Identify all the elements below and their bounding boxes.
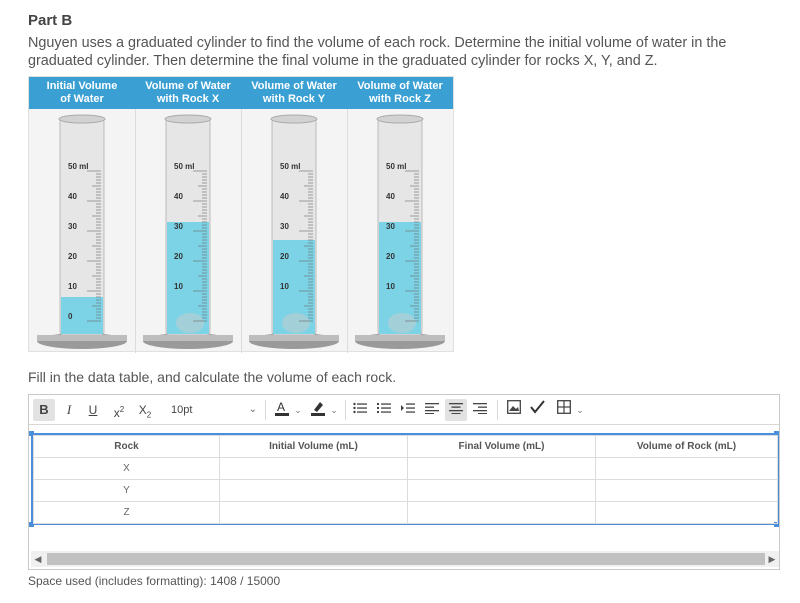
rock [176,313,204,333]
image-icon[interactable] [503,399,525,421]
graduated-cylinder: 50 ml 40 30 20 10 [249,114,339,349]
cylinder-lip [58,114,106,124]
rock [282,313,310,333]
scale-label: 20 [280,252,289,261]
space-used-counter: Space used (includes formatting): 1408 /… [28,574,281,588]
cell-rock-volume[interactable] [595,501,778,524]
cylinder-lip [376,114,424,124]
align-left-icon[interactable] [421,399,443,421]
scale-label: 40 [386,192,395,201]
toolbar-divider [265,400,266,420]
scale-label: 10 [386,282,395,291]
align-center-icon[interactable] [445,399,467,421]
subscript-icon[interactable]: X2 [133,399,157,421]
cylinders-drawing: 50 ml 40 30 20 10 0 50 ml 40 30 20 10 50 ml 40 30 20 10… [37,114,445,349]
scale-label: 20 [386,252,395,261]
scale-label: 50 ml [386,162,406,171]
svg-text:A: A [277,400,285,414]
scale-label: 10 [68,282,77,291]
scrollbar-thumb[interactable] [47,553,765,565]
column-header-rock: Rock [33,435,220,458]
spellcheck-icon[interactable] [527,399,549,421]
scale-label: 50 ml [174,162,194,171]
cell-rock: Z [33,501,220,524]
table-icon[interactable] [553,399,575,421]
editor-toolbar: B I U x2 X2 10pt ⌄ A ⌄ ⌄ ⌄ [29,395,779,425]
cylinder-header-rock-z: Volume of Water with Rock Z [347,77,453,109]
cell-final-volume[interactable] [407,501,596,524]
scale-label: 50 ml [280,162,300,171]
graduated-cylinder: 50 ml 40 30 20 10 [143,114,233,349]
scale-label: 40 [174,192,183,201]
table-row: Z [33,501,778,524]
scroll-right-icon[interactable]: ▶ [765,551,779,567]
scale-label: 0 [68,312,73,321]
scale-label: 50 ml [68,162,88,171]
cell-rock: Y [33,479,220,502]
cylinder-header-rock-x: Volume of Water with Rock X [135,77,241,109]
graduated-cylinders-image: Initial Volume of Water Volume of Water … [28,76,454,353]
superscript-icon[interactable]: x2 [107,399,131,421]
cylinder-base [249,335,339,341]
align-right-icon[interactable] [469,399,491,421]
graduated-cylinder: 50 ml 40 30 20 10 [355,114,445,349]
font-color-icon[interactable]: A [271,399,293,421]
numbered-list-icon[interactable] [373,399,395,421]
chevron-down-icon: ⌄ [248,404,257,415]
cell-initial-volume[interactable] [219,501,408,524]
scale-label: 30 [280,222,289,231]
cell-final-volume[interactable] [407,457,596,480]
toolbar-divider [497,400,498,420]
highlight-icon[interactable] [307,399,329,421]
chevron-down-icon[interactable]: ⌄ [575,399,585,421]
chevron-down-icon[interactable]: ⌄ [329,399,339,421]
column-header-rock-volume: Volume of Rock (mL) [595,435,778,458]
cylinder-header-initial: Initial Volume of Water [29,77,135,109]
cell-initial-volume[interactable] [219,479,408,502]
graduated-cylinder: 50 ml 40 30 20 10 0 [37,114,127,349]
column-header-initial-volume: Initial Volume (mL) [219,435,408,458]
cell-rock-volume[interactable] [595,457,778,480]
cylinder-base [143,335,233,341]
cell-rock-volume[interactable] [595,479,778,502]
indent-icon[interactable] [397,399,419,421]
cell-rock: X [33,457,220,480]
scroll-left-icon[interactable]: ◀ [31,551,45,567]
scale-label: 40 [280,192,289,201]
table-header-row: Rock Initial Volume (mL) Final Volume (m… [33,435,778,458]
table-row: Y [33,479,778,502]
cylinder-lip [164,114,212,124]
italic-icon[interactable]: I [59,399,79,421]
cell-final-volume[interactable] [407,479,596,502]
rich-text-editor[interactable]: B I U x2 X2 10pt ⌄ A ⌄ ⌄ ⌄ Rock Initial … [28,394,780,570]
table-row: X [33,457,778,480]
scale-label: 40 [68,192,77,201]
scale-label: 20 [68,252,77,261]
scale-label: 30 [174,222,183,231]
rock [388,313,416,333]
cylinder-header-rock-y: Volume of Water with Rock Y [241,77,347,109]
data-table-container[interactable]: Rock Initial Volume (mL) Final Volume (m… [31,433,779,525]
cylinder-lip [270,114,318,124]
scale-label: 30 [68,222,77,231]
column-header-final-volume: Final Volume (mL) [407,435,596,458]
toolbar-divider [345,400,346,420]
data-table: Rock Initial Volume (mL) Final Volume (m… [33,435,778,524]
cylinder-base [355,335,445,341]
font-size-select[interactable]: 10pt ⌄ [163,399,259,421]
question-prompt: Nguyen uses a graduated cylinder to find… [28,35,727,69]
chevron-down-icon[interactable]: ⌄ [293,399,303,421]
bold-icon[interactable]: B [33,399,55,421]
fill-instruction: Fill in the data table, and calculate th… [28,369,397,385]
cylinder-base [37,335,127,341]
scale-label: 20 [174,252,183,261]
underline-icon[interactable]: U [83,399,103,421]
scale-label: 10 [280,282,289,291]
cell-initial-volume[interactable] [219,457,408,480]
bulleted-list-icon[interactable] [349,399,371,421]
part-title: Part B [28,12,73,29]
scale-label: 10 [174,282,183,291]
horizontal-scrollbar[interactable]: ◀ ▶ [31,551,779,567]
scale-label: 30 [386,222,395,231]
